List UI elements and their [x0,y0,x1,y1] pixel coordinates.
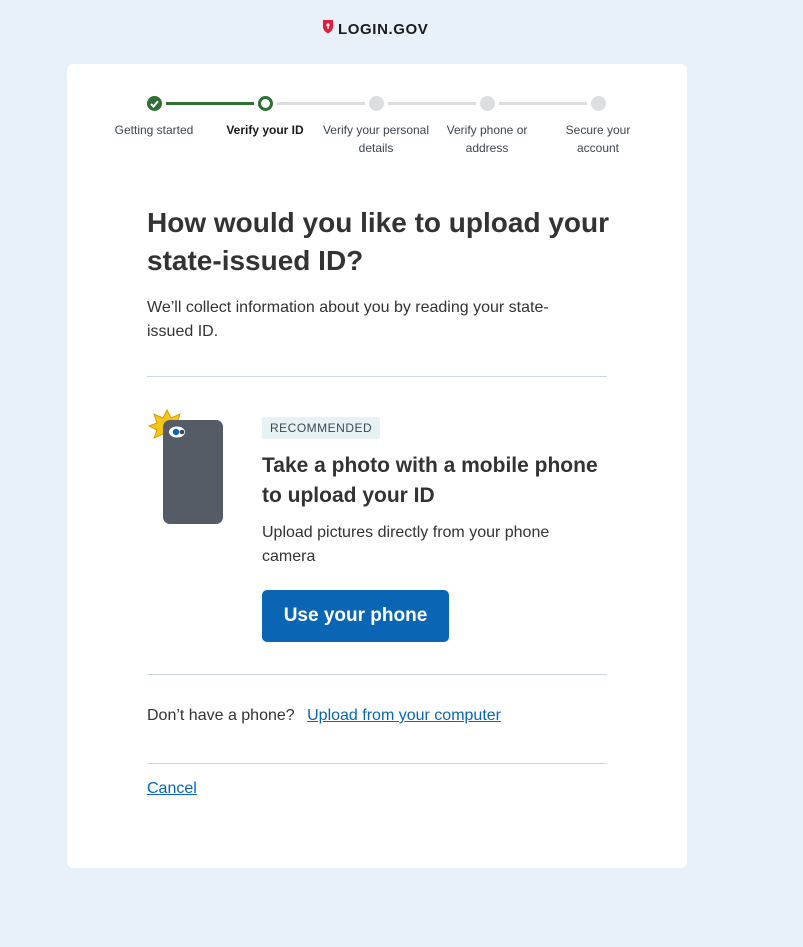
step-label-secure-account: Secure your account [565,123,631,155]
recommended-badge: RECOMMENDED [262,417,381,439]
step-complete-icon [147,96,162,111]
step-indicator: Getting started Verify your ID Verify yo… [67,64,687,184]
step-connector [277,102,365,105]
step-label-phone-address: Verify phone or address [446,123,528,155]
step-incomplete-indicator [480,96,495,111]
option-description: Upload pictures directly from your phone… [262,524,550,565]
step-label-getting-started: Getting started [114,123,194,137]
step-incomplete-indicator [591,96,606,111]
step-label-personal-details: Verify your personal details [322,123,430,155]
step-connector [166,102,254,105]
intro-text: We’ll collect information about you by r… [147,299,549,340]
no-phone-prompt: Don’t have a phone? [147,707,295,724]
step-incomplete-indicator [369,96,384,111]
step-current-indicator [258,96,273,111]
divider [147,376,607,377]
logo-text: LOGIN.GOV [338,20,429,38]
divider [147,763,607,764]
cancel-link[interactable]: Cancel [147,780,197,798]
step-connector [499,102,587,105]
step-label-verify-id: Verify your ID [226,123,304,137]
divider [147,674,607,675]
shield-lock-icon [322,19,334,39]
use-phone-button[interactable]: Use your phone [262,590,449,642]
login-gov-logo[interactable]: LOGIN.GOV [322,19,428,39]
upload-from-computer-link[interactable]: Upload from your computer [307,707,501,724]
main-card: Getting started Verify your ID Verify yo… [67,64,687,868]
phone-camera-icon [147,408,227,528]
step-connector [388,102,476,105]
alternative-option: Don’t have a phone? Upload from your com… [147,707,501,725]
option-title: Take a photo with a mobile phone to uplo… [262,454,598,507]
page-title: How would you like to upload your state-… [147,207,609,276]
